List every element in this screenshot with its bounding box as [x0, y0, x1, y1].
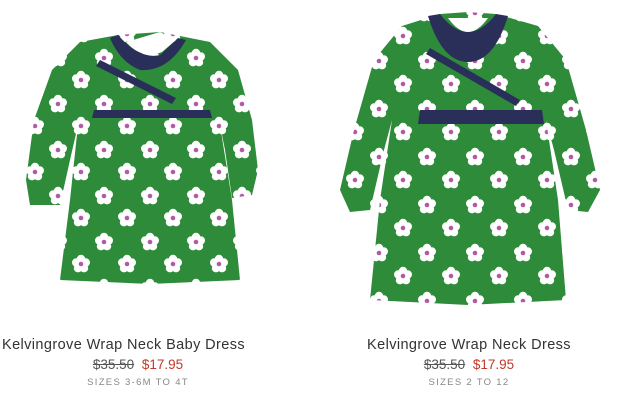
original-price: $35.50: [423, 357, 466, 372]
size-range: SIZES 2 TO 12: [428, 377, 510, 388]
size-range: SIZES 3-6M TO 4T: [87, 377, 189, 388]
price-row: $35.50 $17.95: [0, 357, 288, 372]
product-card-girls-dress[interactable]: Kelvingrove Wrap Neck Dress $35.50 $17.9…: [318, 0, 620, 404]
original-price: $35.50: [92, 357, 135, 372]
sale-price: $17.95: [472, 357, 515, 372]
product-image-baby-dress[interactable]: [0, 0, 300, 322]
product-name[interactable]: Kelvingrove Wrap Neck Baby Dress: [0, 337, 300, 353]
price-row: $35.50 $17.95: [318, 357, 620, 372]
product-name[interactable]: Kelvingrove Wrap Neck Dress: [318, 337, 620, 353]
product-image-girls-dress[interactable]: [318, 0, 620, 322]
sale-price: $17.95: [141, 357, 184, 372]
product-card-baby-dress[interactable]: Kelvingrove Wrap Neck Baby Dress $35.50 …: [0, 0, 300, 404]
